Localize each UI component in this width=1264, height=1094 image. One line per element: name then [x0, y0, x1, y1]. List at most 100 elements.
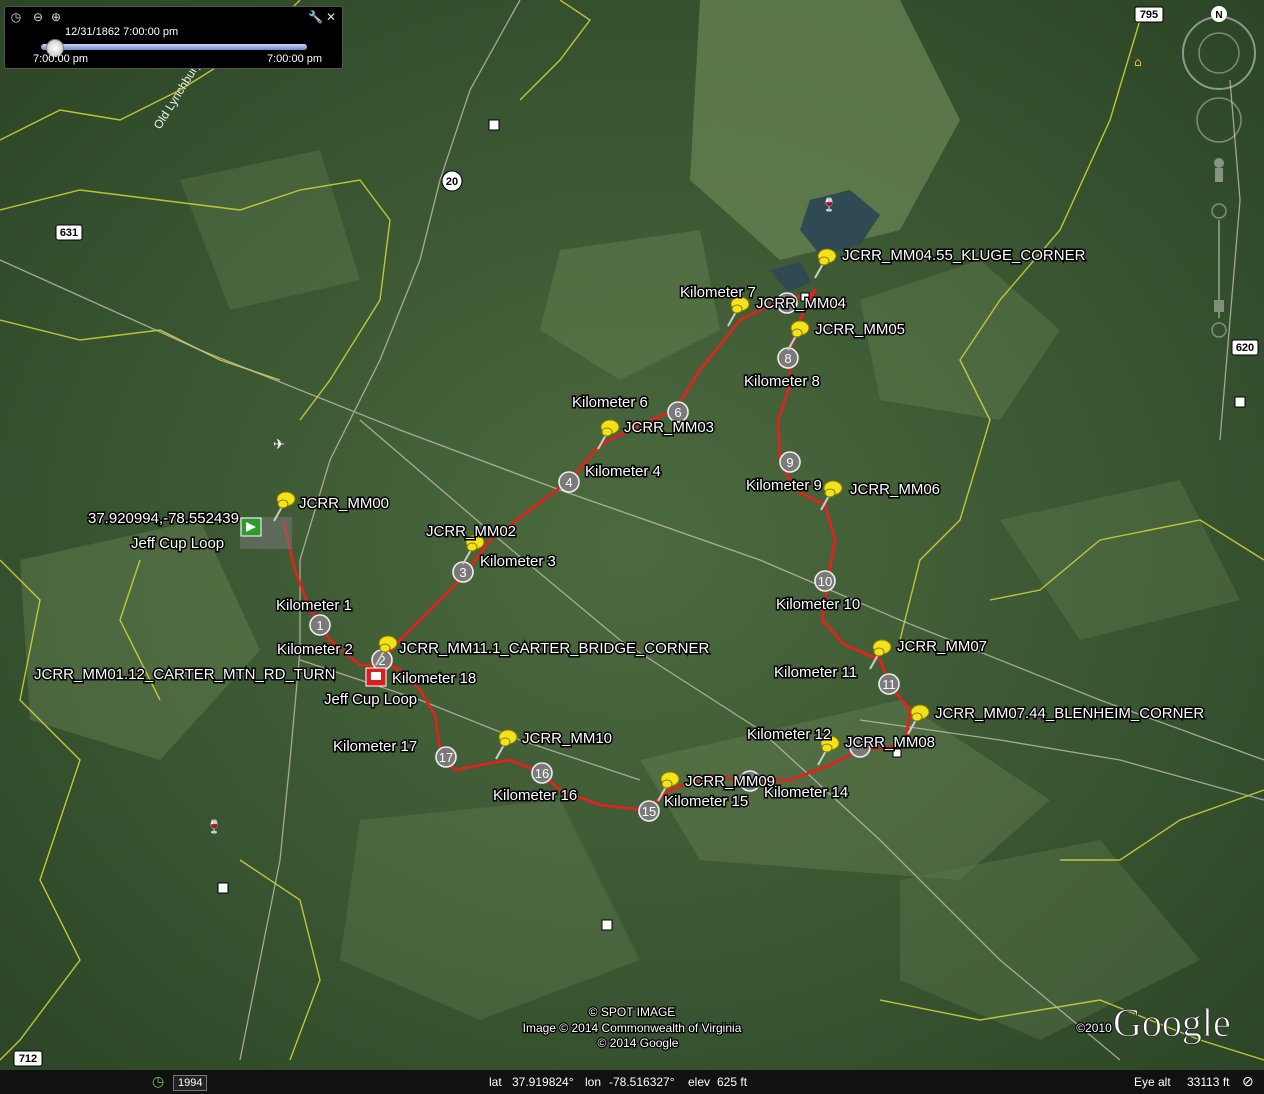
imagery-year: 1994	[173, 1075, 208, 1091]
poi-square-icon[interactable]	[488, 119, 500, 131]
label-km9: Kilometer 9	[746, 477, 822, 494]
shield-712[interactable]: 712	[13, 1050, 43, 1067]
poi-square-icon[interactable]	[1234, 396, 1246, 408]
km-marker-9[interactable]: 9	[779, 451, 801, 473]
svg-text:795: 795	[1140, 9, 1158, 21]
svg-text:©2010: ©2010	[1076, 1021, 1112, 1035]
label-km7: Kilometer 7	[680, 284, 756, 301]
km-marker-8[interactable]: 8	[777, 347, 799, 369]
svg-text:15: 15	[642, 804, 656, 819]
elev-label: elev	[688, 1075, 711, 1089]
label-km3: Kilometer 3	[480, 553, 556, 570]
label-mm02: JCRR_MM02	[426, 523, 516, 540]
close-icon[interactable]: ✕	[324, 10, 338, 24]
building-icon[interactable]: ⌂	[1134, 55, 1142, 69]
svg-text:3: 3	[459, 565, 466, 580]
wine-glass-icon[interactable]: 🍷	[821, 197, 837, 213]
status-bar: ◷ 1994 lat 37.919824° lon -78.516327° el…	[0, 1070, 1264, 1094]
end-time: 7:00:00 pm	[267, 53, 323, 65]
time-slider-panel[interactable]: ◷ ⊖ ⊕ 🔧 ✕ 12/31/1862 7:00:00 pm 7:00:00 …	[4, 6, 343, 69]
label-mm00: JCRR_MM00	[299, 495, 389, 512]
lon-value: -78.516327°	[609, 1075, 675, 1089]
label-mm04: JCRR_MM04	[756, 295, 846, 312]
label-mm07: JCRR_MM07	[897, 638, 987, 655]
svg-text:20: 20	[446, 176, 458, 188]
km-marker-11[interactable]: 11	[878, 673, 900, 695]
label-km14: Kilometer 14	[764, 784, 848, 801]
svg-text:9: 9	[786, 455, 793, 470]
label-km15: Kilometer 15	[664, 793, 748, 810]
label-mm06: JCRR_MM06	[850, 481, 940, 498]
label-km10: Kilometer 10	[776, 596, 860, 613]
lat-value: 37.919824°	[512, 1075, 574, 1089]
label-km12: Kilometer 12	[747, 726, 831, 743]
svg-text:8: 8	[784, 351, 791, 366]
historical-imagery-icon[interactable]: ◷	[152, 1073, 164, 1090]
wrench-icon[interactable]: 🔧	[308, 10, 323, 24]
clock-icon[interactable]: ◷	[9, 10, 23, 24]
label-mm111: JCRR_MM11.1_CARTER_BRIDGE_CORNER	[399, 640, 710, 657]
svg-text:N: N	[1215, 10, 1222, 21]
elev-value: 625 ft	[717, 1075, 748, 1089]
end-flag-icon[interactable]	[365, 667, 387, 687]
label-mm10: JCRR_MM10	[522, 730, 612, 747]
label-coords: 37.920994,-78.552439	[88, 510, 239, 527]
label-mm05: JCRR_MM05	[815, 321, 905, 338]
lon-label: lon	[585, 1075, 602, 1089]
shield-620[interactable]: 620	[1231, 339, 1259, 356]
label-km11: Kilometer 11	[774, 664, 857, 681]
label-mm0455: JCRR_MM04.55_KLUGE_CORNER	[842, 247, 1086, 264]
svg-text:6: 6	[674, 405, 681, 420]
svg-text:17: 17	[439, 750, 453, 765]
km-marker-17[interactable]: 17	[435, 746, 457, 768]
label-km4: Kilometer 4	[585, 463, 661, 480]
label-km2: Kilometer 2	[277, 641, 353, 658]
svg-text:11: 11	[882, 677, 896, 692]
label-mm08: JCRR_MM08	[845, 734, 935, 751]
shield-20[interactable]: 20	[441, 170, 463, 192]
svg-text:4: 4	[565, 475, 572, 490]
svg-text:1: 1	[316, 618, 323, 633]
svg-text:16: 16	[535, 766, 549, 781]
km-marker-3[interactable]: 3	[452, 561, 474, 583]
label-km1: Kilometer 1	[276, 597, 352, 614]
svg-text:631: 631	[60, 227, 78, 239]
airport-icon[interactable]: ✈	[273, 437, 285, 453]
time-track[interactable]	[41, 44, 307, 50]
km-marker-4[interactable]: 4	[558, 471, 580, 493]
svg-text:712: 712	[19, 1053, 37, 1065]
lat-label: lat	[489, 1075, 502, 1089]
label-mm0744: JCRR_MM07.44_BLENHEIM_CORNER	[935, 705, 1204, 722]
shield-795[interactable]: 795	[1134, 6, 1164, 23]
zoom-out-icon[interactable]: ⊖	[31, 10, 45, 24]
google-logo: Google	[1113, 1000, 1231, 1045]
current-time: 12/31/1862 7:00:00 pm	[65, 26, 179, 38]
zoom-in-icon[interactable]: ⊕	[49, 10, 63, 24]
svg-text:620: 620	[1236, 342, 1254, 354]
wine-glass-icon[interactable]: 🍷	[206, 819, 222, 835]
poi-square-icon[interactable]	[217, 882, 229, 894]
label-jeff-cup-start: Jeff Cup Loop	[131, 535, 224, 552]
svg-text:10: 10	[818, 574, 832, 589]
label-jeff-cup-end: Jeff Cup Loop	[324, 691, 417, 708]
label-km17: Kilometer 17	[333, 738, 417, 755]
km-marker-10[interactable]: 10	[814, 570, 836, 592]
svg-text:© SPOT IMAGE: © SPOT IMAGE	[589, 1005, 676, 1019]
label-mm03: JCRR_MM03	[624, 419, 714, 436]
street-view-icon[interactable]	[1214, 158, 1224, 182]
label-mm01: JCRR_MM01.12_CARTER_MTN_RD_TURN	[34, 666, 335, 683]
streaming-icon: ⊘	[1242, 1073, 1254, 1089]
svg-text:© 2014 Google: © 2014 Google	[598, 1036, 679, 1050]
svg-text:Image © 2014 Commonwealth of V: Image © 2014 Commonwealth of Virginia	[523, 1021, 742, 1035]
shield-631[interactable]: 631	[55, 224, 83, 241]
km-marker-1[interactable]: 1	[309, 614, 331, 636]
satellite-map[interactable]: Old Lynchburg Rd 795 20 631 620 712 🍷 🍷 …	[0, 0, 1264, 1094]
km-marker-16[interactable]: 16	[531, 762, 553, 784]
eye-alt-value: 33113 ft	[1187, 1075, 1230, 1089]
label-mm09: JCRR_MM09	[685, 773, 775, 790]
north-button[interactable]: N	[1211, 6, 1227, 22]
start-time: 7:00:00 pm	[33, 53, 89, 65]
km-marker-15[interactable]: 15	[638, 800, 660, 822]
poi-square-icon[interactable]	[601, 919, 613, 931]
start-flag-icon[interactable]	[240, 517, 292, 549]
